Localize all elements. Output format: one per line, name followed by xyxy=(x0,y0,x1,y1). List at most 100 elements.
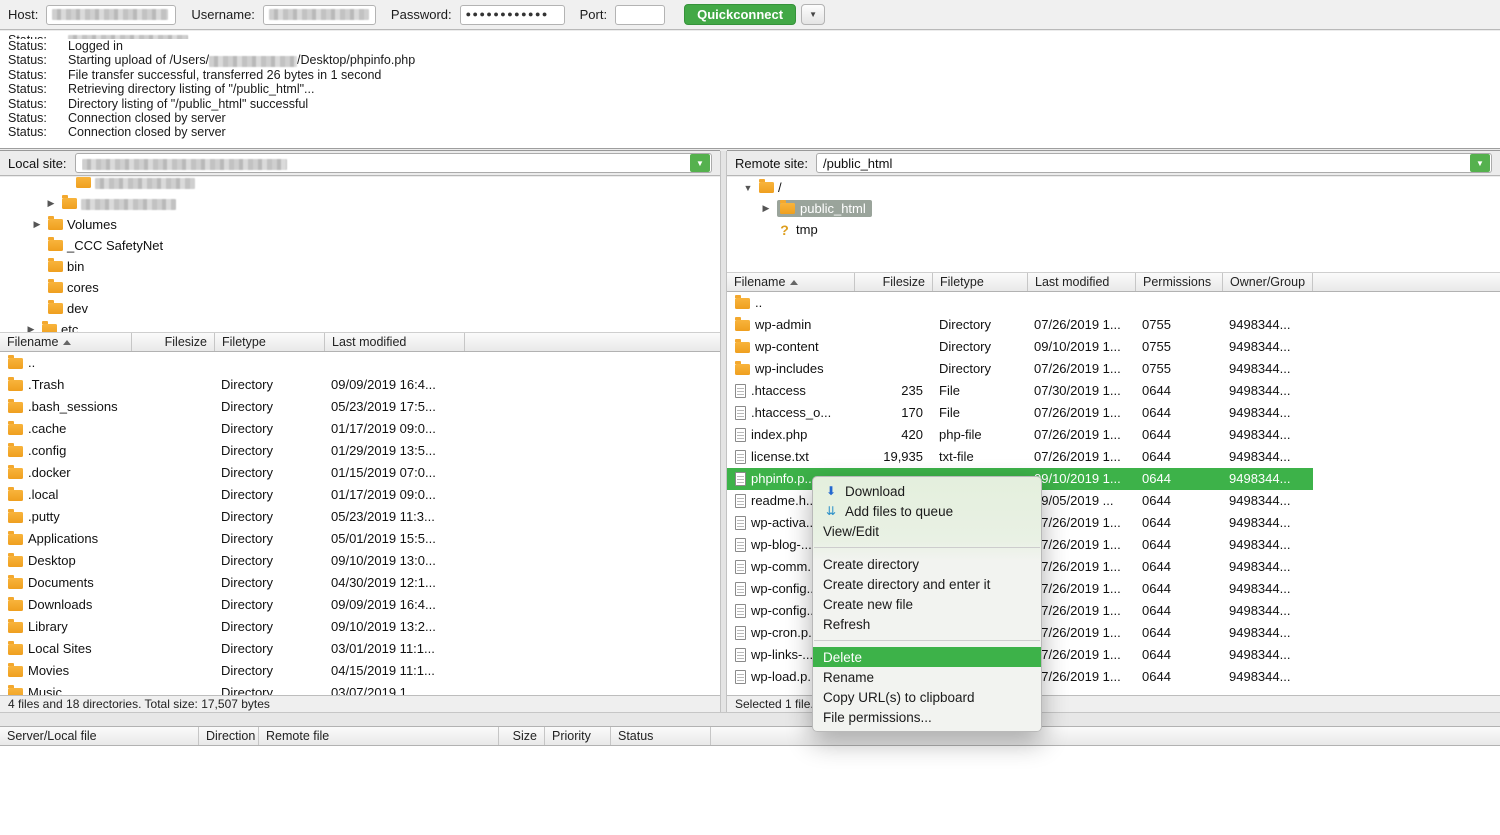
password-input[interactable]: ●●●●●●●●●●●● xyxy=(460,5,565,25)
local-file-row-docker[interactable]: .dockerDirectory01/15/2019 07:0... xyxy=(0,462,720,484)
menu-item-add-files-to-queue[interactable]: ⇊Add files to queue xyxy=(813,501,1041,521)
remote-file-row-wp-includes[interactable]: wp-includesDirectory07/26/2019 1...07559… xyxy=(727,358,1313,380)
menu-item-refresh[interactable]: Refresh xyxy=(813,614,1041,634)
remote-file-row-wp-admin[interactable]: wp-adminDirectory07/26/2019 1...07559498… xyxy=(727,314,1313,336)
queue-column-header-status[interactable]: Status xyxy=(611,727,711,745)
menu-item-rename[interactable]: Rename xyxy=(813,667,1041,687)
local-file-row-music[interactable]: MusicDirectory03/07/2019 1... xyxy=(0,682,720,695)
local-tree-item-etc[interactable]: ▶ etc xyxy=(0,319,720,332)
remote-file-row-wp-content[interactable]: wp-contentDirectory09/10/2019 1...075594… xyxy=(727,336,1313,358)
local-file-row-library[interactable]: LibraryDirectory09/10/2019 13:2... xyxy=(0,616,720,638)
quickconnect-dropdown-button[interactable]: ▼ xyxy=(801,4,825,25)
queue-column-header-priority[interactable]: Priority xyxy=(545,727,611,745)
remote-column-header-last-modified[interactable]: Last modified xyxy=(1028,273,1136,291)
tree-item-label: public_html xyxy=(800,201,866,216)
queue-column-header-remote-file[interactable]: Remote file xyxy=(259,727,499,745)
local-file-row-config[interactable]: .configDirectory01/29/2019 13:5... xyxy=(0,440,720,462)
last-modified-cell: 01/15/2019 07:0... xyxy=(325,462,465,484)
remote-tree-item-[interactable]: ▼/ xyxy=(727,177,1500,198)
remote-site-dropdown-button[interactable]: ▼ xyxy=(1470,154,1490,172)
collapsed-arrow-icon[interactable]: ▶ xyxy=(24,324,38,332)
remote-column-header-filesize[interactable]: Filesize xyxy=(855,273,933,291)
collapsed-arrow-icon[interactable]: ▶ xyxy=(759,203,773,214)
remote-site-combobox[interactable]: /public_html ▼ xyxy=(816,153,1492,173)
remote-column-header-filetype[interactable]: Filetype xyxy=(933,273,1028,291)
menu-item-create-directory-and-enter-it[interactable]: Create directory and enter it xyxy=(813,574,1041,594)
menu-separator xyxy=(814,547,1040,548)
remote-column-header-permissions[interactable]: Permissions xyxy=(1136,273,1223,291)
filesize-cell: 420 xyxy=(855,424,933,446)
menu-item-create-new-file[interactable]: Create new file xyxy=(813,594,1041,614)
menu-item-copy-url-s-to-clipboard[interactable]: Copy URL(s) to clipboard xyxy=(813,687,1041,707)
folder-icon xyxy=(8,490,23,501)
local-file-row-downloads[interactable]: DownloadsDirectory09/09/2019 16:4... xyxy=(0,594,720,616)
local-tree-item-ccc-safetynet[interactable]: _CCC SafetyNet xyxy=(0,235,720,256)
filetype-cell: Directory xyxy=(215,484,325,506)
status-message: Retrieving directory listing of "/public… xyxy=(68,82,314,96)
collapsed-arrow-icon[interactable]: ▶ xyxy=(30,219,44,230)
remote-tree-item-tmp[interactable]: ?tmp xyxy=(727,219,1500,240)
local-site-dropdown-button[interactable]: ▼ xyxy=(690,154,710,172)
queue-column-header-direction[interactable]: Direction xyxy=(199,727,259,745)
local-file-row-documents[interactable]: DocumentsDirectory04/30/2019 12:1... xyxy=(0,572,720,594)
local-tree-item[interactable]: ▶ xyxy=(0,193,720,214)
last-modified-cell: 07/26/2019 1... xyxy=(1028,666,1136,688)
local-column-header-filename[interactable]: Filename xyxy=(0,333,132,351)
last-modified-cell: 07/26/2019 1... xyxy=(1028,424,1136,446)
remote-file-row-htaccess-o[interactable]: .htaccess_o...170File07/26/2019 1...0644… xyxy=(727,402,1313,424)
local-file-row-local-sites[interactable]: Local SitesDirectory03/01/2019 11:1... xyxy=(0,638,720,660)
remote-column-header-filename[interactable]: Filename xyxy=(727,273,855,291)
queue-column-header-server-local-file[interactable]: Server/Local file xyxy=(0,727,199,745)
menu-item-download[interactable]: ⬇Download xyxy=(813,481,1041,501)
local-tree-item-bin[interactable]: bin xyxy=(0,256,720,277)
remote-column-header-owner-group[interactable]: Owner/Group xyxy=(1223,273,1313,291)
queue-column-header-size[interactable]: Size xyxy=(499,727,545,745)
local-column-header-last-modified[interactable]: Last modified xyxy=(325,333,465,351)
filename-cell: Local Sites xyxy=(0,638,132,660)
local-file-row-trash[interactable]: .TrashDirectory09/09/2019 16:4... xyxy=(0,374,720,396)
remote-tree-item-public-html[interactable]: ▶ public_html xyxy=(727,198,1500,219)
local-tree-item-cores[interactable]: cores xyxy=(0,277,720,298)
remote-file-row-index-php[interactable]: index.php420php-file07/26/2019 1...06449… xyxy=(727,424,1313,446)
local-tree-item[interactable] xyxy=(0,177,720,193)
menu-item-view-edit[interactable]: View/Edit xyxy=(813,521,1041,541)
local-file-row-local[interactable]: .localDirectory01/17/2019 09:0... xyxy=(0,484,720,506)
menu-item-file-permissions[interactable]: File permissions... xyxy=(813,707,1041,727)
filetype-cell: Directory xyxy=(215,572,325,594)
local-tree-item-dev[interactable]: dev xyxy=(0,298,720,319)
local-file-row-applications[interactable]: ApplicationsDirectory05/01/2019 15:5... xyxy=(0,528,720,550)
filetype-cell xyxy=(215,352,325,374)
local-site-combobox[interactable]: ▼ xyxy=(75,153,712,173)
local-file-row-movies[interactable]: MoviesDirectory04/15/2019 11:1... xyxy=(0,660,720,682)
remote-site-label: Remote site: xyxy=(735,156,808,171)
local-column-header-filesize[interactable]: Filesize xyxy=(132,333,215,351)
remote-file-row-[interactable]: .. xyxy=(727,292,1313,314)
username-input[interactable] xyxy=(263,5,376,25)
expanded-arrow-icon[interactable]: ▼ xyxy=(741,183,755,193)
menu-item-create-directory[interactable]: Create directory xyxy=(813,554,1041,574)
queue-splitter[interactable] xyxy=(0,712,1500,726)
host-input[interactable] xyxy=(46,5,176,25)
owner-group-cell xyxy=(1223,292,1313,314)
folder-icon xyxy=(8,622,23,633)
status-prefix: Status: xyxy=(8,39,68,53)
remote-file-row-license-txt[interactable]: license.txt19,935txt-file07/26/2019 1...… xyxy=(727,446,1313,468)
last-modified-cell: 04/30/2019 12:1... xyxy=(325,572,465,594)
local-column-header-filetype[interactable]: Filetype xyxy=(215,333,325,351)
pane-splitter[interactable] xyxy=(720,151,727,712)
tree-item-label: etc xyxy=(61,322,78,332)
local-file-row-cache[interactable]: .cacheDirectory01/17/2019 09:0... xyxy=(0,418,720,440)
local-file-row-[interactable]: .. xyxy=(0,352,720,374)
local-file-row-bash-sessions[interactable]: .bash_sessionsDirectory05/23/2019 17:5..… xyxy=(0,396,720,418)
permissions-cell: 0644 xyxy=(1136,512,1223,534)
local-site-label: Local site: xyxy=(8,156,67,171)
port-input[interactable] xyxy=(615,5,665,25)
collapsed-arrow-icon[interactable]: ▶ xyxy=(44,198,58,209)
last-modified-cell: 05/01/2019 15:5... xyxy=(325,528,465,550)
local-file-row-putty[interactable]: .puttyDirectory05/23/2019 11:3... xyxy=(0,506,720,528)
local-file-row-desktop[interactable]: DesktopDirectory09/10/2019 13:0... xyxy=(0,550,720,572)
local-tree-item-volumes[interactable]: ▶Volumes xyxy=(0,214,720,235)
quickconnect-button[interactable]: Quickconnect xyxy=(684,4,796,25)
menu-item-delete[interactable]: Delete xyxy=(813,647,1041,667)
remote-file-row-htaccess[interactable]: .htaccess235File07/30/2019 1...064494983… xyxy=(727,380,1313,402)
